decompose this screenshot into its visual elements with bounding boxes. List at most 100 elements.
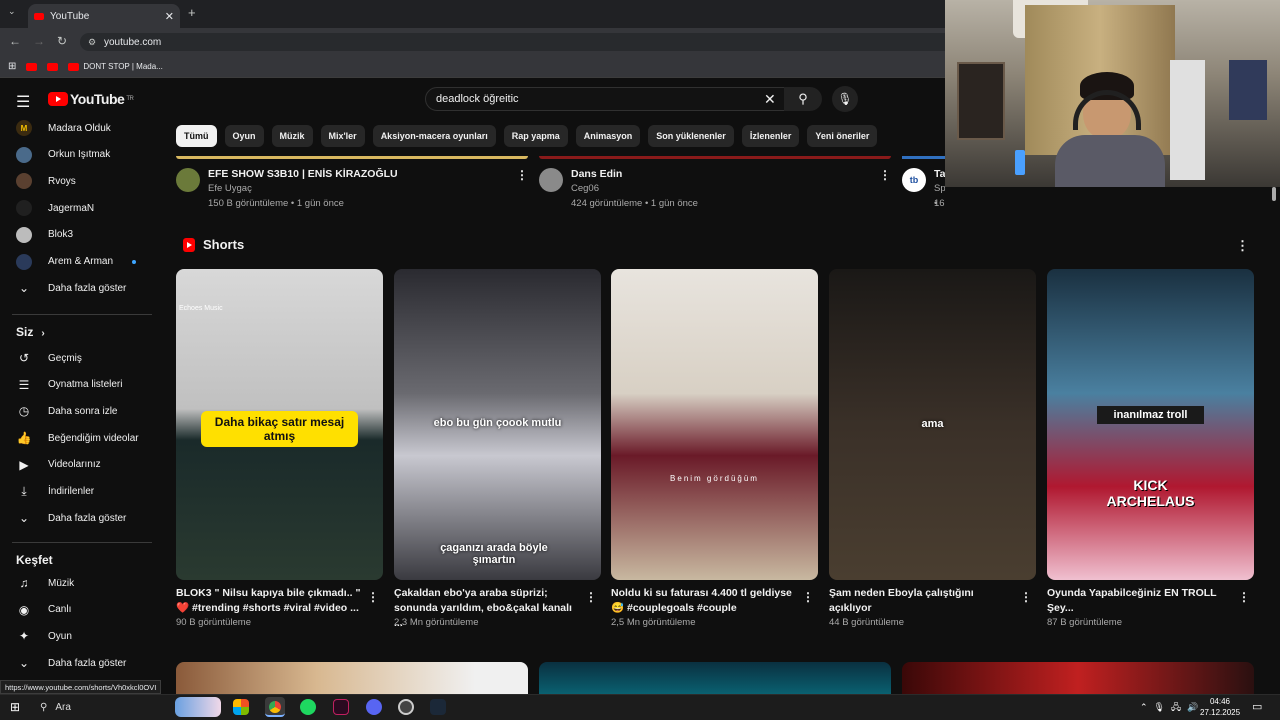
system-tray-icons[interactable]: ⌃🎙🖧🔊 — [1140, 700, 1204, 716]
url-field[interactable]: youtube.com — [80, 33, 945, 51]
bookmark-youtube-icon-2[interactable] — [47, 62, 59, 71]
copilot-icon[interactable] — [233, 699, 249, 715]
search-button[interactable]: ⚲ — [784, 87, 822, 111]
sidebar-subscription[interactable]: Orkun Işıtmak — [16, 145, 156, 165]
reload-icon[interactable]: ↻ — [57, 34, 67, 48]
bookmark-item[interactable]: DONT STOP | Mada... — [68, 62, 163, 71]
video-thumbnail[interactable] — [176, 662, 528, 694]
steam-icon[interactable] — [430, 699, 446, 715]
sidebar-item-clock[interactable]: ◷ Daha sonra izle — [16, 401, 156, 421]
filter-chips: Tümü Oyun Müzik Mix'ler Aksiyon-macera oyunl… — [176, 125, 878, 147]
back-icon[interactable]: ← — [9, 34, 21, 48]
sidebar-item-thumbs-up[interactable]: 👍 Beğendiğim videolar — [16, 428, 156, 448]
short-options-icon[interactable]: ⋮ — [802, 590, 814, 604]
chip-8[interactable]: İzlenenler — [741, 125, 800, 147]
webcam-overlay — [945, 0, 1280, 187]
sidebar-item-history[interactable]: ↺ Geçmiş — [16, 348, 156, 368]
video-title[interactable]: Dans Edin — [571, 168, 622, 180]
sidebar-subscription[interactable]: M Madara Olduk — [16, 118, 156, 138]
youtube-logo[interactable]: YouTube TR — [48, 91, 134, 107]
video-title[interactable]: EFE SHOW S3B10 | ENİS KİRAZOĞLU — [208, 168, 398, 180]
spotify-icon[interactable] — [300, 699, 316, 715]
sidebar-item-download[interactable]: ⤓ İndirilenler — [16, 482, 156, 502]
short-title[interactable]: Noldu ki su faturası 4.400 tl geldiyse 😅… — [611, 586, 796, 616]
sidebar-subscription[interactable]: Arem & Arman — [16, 252, 156, 272]
video-thumbnail[interactable] — [539, 662, 891, 694]
chip-3[interactable]: Mix'ler — [320, 125, 365, 147]
video-card[interactable]: tbTaSponsorlu • TatilBudur16 Mn görüntül… — [902, 168, 945, 213]
chip-6[interactable]: Animasyon — [575, 125, 641, 147]
sidebar-item-gaming[interactable]: ✦ Oyun — [16, 626, 156, 646]
sidebar-subscription[interactable]: Blok3 — [16, 225, 156, 245]
sidebar-item-playlist[interactable]: ☰ Oynatma listeleri — [16, 375, 156, 395]
site-info-icon[interactable]: ⚙ — [88, 37, 96, 48]
show-more-button[interactable]: ⌄ Daha fazla göster — [16, 508, 156, 528]
channel-avatar — [16, 173, 32, 190]
short-title[interactable]: Şam neden Eboyla çalıştığını açıklıyor — [829, 586, 1014, 616]
short-options-icon[interactable]: ⋮ — [1020, 590, 1032, 604]
voice-search-button[interactable]: 🎙 — [832, 86, 858, 112]
channel-name[interactable]: Efe Uygaç — [208, 181, 252, 196]
forward-icon[interactable]: → — [33, 34, 45, 48]
browser-tab[interactable]: YouTube ✕ — [28, 4, 180, 28]
video-options-icon[interactable]: ⋮ — [516, 168, 528, 182]
chip-7[interactable]: Son yüklenenler — [648, 125, 734, 147]
video-thumbnail[interactable] — [902, 662, 1254, 694]
channel-name[interactable]: Ceg06 — [571, 181, 599, 196]
channel-avatar[interactable] — [539, 168, 563, 192]
clock[interactable]: 04:46 27.12.2025 — [1200, 696, 1240, 718]
menu-icon[interactable]: ☰ — [16, 92, 30, 112]
weather-widget[interactable] — [175, 697, 221, 717]
show-more-button[interactable]: ⌄ Daha fazla göster — [16, 278, 156, 298]
windows-start-icon[interactable]: ⊞ — [10, 700, 20, 714]
short-title[interactable]: BLOK3 " Nilsu kapıya bile çıkmadı.. " ❤️… — [176, 586, 361, 616]
scrollbar-thumb[interactable] — [1272, 187, 1276, 201]
chip-2[interactable]: Müzik — [271, 125, 313, 147]
video-card[interactable]: EFE SHOW S3B10 | ENİS KİRAZOĞLU Efe Uygaç… — [176, 168, 528, 213]
app-icon[interactable] — [333, 699, 349, 715]
short-thumbnail[interactable]: ama — [829, 269, 1036, 580]
chip-1[interactable]: Oyun — [224, 125, 264, 147]
clear-search-icon[interactable]: ✕ — [764, 91, 776, 108]
shorts-options-icon[interactable]: ⋮ — [1236, 238, 1249, 254]
short-thumbnail[interactable]: ebo bu gün çoook mutlu çaganızı arada böy… — [394, 269, 601, 580]
chip-0[interactable]: Tümü — [176, 125, 217, 147]
sidebar-item-video[interactable]: ▶ Videolarınız — [16, 455, 156, 475]
bookmark-youtube-icon[interactable] — [26, 62, 38, 71]
short-options-icon[interactable]: ⋮ — [367, 590, 379, 604]
short-thumbnail[interactable]: Benim gördüğüm — [611, 269, 818, 580]
new-tab-button[interactable]: + — [188, 5, 196, 20]
sidebar-subscription[interactable]: JagermaN — [16, 198, 156, 218]
short-thumbnail[interactable]: inanılmaz troll KICK ARCHELAUS — [1047, 269, 1254, 580]
video-thumbnail-edge[interactable] — [539, 156, 891, 159]
sidebar-item-live[interactable]: ◉ Canlı — [16, 600, 156, 620]
short-options-icon[interactable]: ⋮ — [585, 590, 597, 604]
show-more-button[interactable]: ⌄ Daha fazla göster — [16, 653, 156, 673]
video-thumbnail-edge[interactable] — [176, 156, 528, 159]
tab-close-icon[interactable]: ✕ — [165, 10, 174, 23]
channel-avatar — [16, 146, 32, 163]
video-options-icon[interactable]: ⋮ — [879, 168, 891, 182]
search-input[interactable]: deadlock öğreitic — [425, 87, 785, 111]
sidebar-you-heading[interactable]: Siz › — [16, 325, 45, 339]
short-title[interactable]: Oyunda Yapabilceğiniz EN TROLL Şey... — [1047, 586, 1232, 616]
video-thumbnail-edge[interactable] — [902, 156, 945, 159]
apps-icon[interactable]: ⊞ — [8, 61, 16, 72]
channel-avatar[interactable] — [176, 168, 200, 192]
chip-9[interactable]: Yeni öneriler — [807, 125, 878, 147]
sidebar-subscription[interactable]: Rvoys — [16, 171, 156, 191]
video-card[interactable]: Dans Edin Ceg06 424 görüntüleme • 1 gün ön… — [539, 168, 891, 213]
short-options-icon[interactable]: ⋮ — [1238, 590, 1250, 604]
chip-5[interactable]: Rap yapma — [503, 125, 568, 147]
channel-avatar[interactable]: tb — [902, 168, 926, 192]
obs-icon[interactable] — [398, 699, 414, 715]
discord-icon[interactable] — [366, 699, 382, 715]
short-thumbnail[interactable]: Echoes Music Daha bikaç satır mesaj atmış — [176, 269, 383, 580]
person-body — [1055, 135, 1165, 187]
video-title[interactable]: Ta — [934, 168, 945, 180]
notifications-icon[interactable]: ▭ — [1252, 700, 1262, 713]
chip-4[interactable]: Aksiyon-macera oyunları — [372, 125, 496, 147]
tab-search-icon[interactable]: ⌄ — [8, 6, 16, 17]
sidebar-item-music[interactable]: ♫ Müzik — [16, 573, 156, 593]
sidebar-explore-heading: Keşfet — [16, 553, 53, 567]
